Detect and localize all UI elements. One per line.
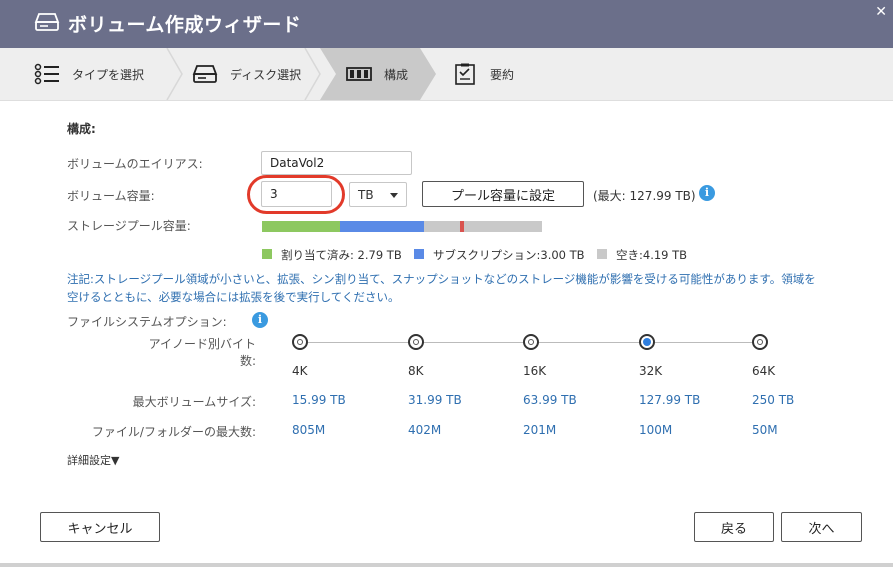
max-volume-size-value: 250 TB	[752, 393, 795, 407]
nas-drive-icon	[34, 13, 60, 31]
legend-free: 空き:4.19 TB	[616, 248, 688, 262]
inode-size-label: 64K	[752, 364, 776, 378]
max-files-value: 402M	[408, 423, 442, 437]
max-volume-size-label: 最大ボリュームサイズ:	[132, 395, 256, 409]
step-select-disk[interactable]: ディスク選択	[192, 48, 301, 100]
pool-bar-free	[424, 221, 542, 232]
title-bar: ボリューム作成ウィザード ✕	[0, 0, 893, 48]
inode-radio-16K[interactable]	[523, 334, 539, 350]
bottom-border	[0, 563, 893, 567]
cancel-button[interactable]: キャンセル	[40, 512, 160, 542]
set-pool-capacity-button[interactable]: プール容量に設定	[422, 181, 584, 207]
inode-radio-32K[interactable]	[639, 334, 655, 350]
inode-size-label: 4K	[292, 364, 308, 378]
back-button[interactable]: 戻る	[694, 512, 774, 542]
inode-radio-4K[interactable]	[292, 334, 308, 350]
inode-size-label: 8K	[408, 364, 424, 378]
step-label: ディスク選択	[230, 67, 302, 82]
next-button[interactable]: 次へ	[781, 512, 862, 542]
max-files-value: 201M	[523, 423, 557, 437]
step-label: タイプを選択	[72, 67, 145, 82]
max-volume-size-value: 127.99 TB	[639, 393, 701, 407]
pool-bar-subscription	[340, 221, 424, 232]
legend-subscription: サブスクリプション:3.00 TB	[433, 248, 585, 262]
inode-radio-8K[interactable]	[408, 334, 424, 350]
pool-capacity-label: ストレージプール容量:	[67, 219, 191, 233]
radio-selected-dot	[643, 338, 651, 346]
alias-label: ボリュームのエイリアス:	[67, 157, 203, 171]
max-volume-size-value: 31.99 TB	[408, 393, 462, 407]
max-files-value: 100M	[639, 423, 673, 437]
step-select-type[interactable]: タイプを選択	[34, 48, 144, 100]
capacity-label: ボリューム容量:	[67, 189, 155, 203]
disk-icon	[192, 65, 218, 83]
fs-options-label: ファイルシステムオプション:	[67, 315, 227, 329]
step-separator	[166, 48, 183, 100]
unit-value: TB	[358, 187, 374, 202]
legend-swatch-allocated	[262, 249, 272, 259]
max-volume-size-value: 15.99 TB	[292, 393, 346, 407]
step-label: 構成	[384, 67, 409, 82]
max-volume-size-value: 63.99 TB	[523, 393, 577, 407]
list-icon	[34, 63, 59, 85]
capacity-unit-select[interactable]: TB	[349, 182, 407, 207]
step-configure[interactable]: 構成	[346, 48, 408, 100]
inode-size-label: 32K	[639, 364, 663, 378]
pool-bar-marker	[460, 221, 464, 232]
highlight-circle	[247, 175, 345, 214]
advanced-settings-toggle[interactable]: 詳細設定▼	[67, 452, 119, 468]
max-files-value: 805M	[292, 423, 326, 437]
legend-swatch-free	[597, 249, 607, 259]
max-files-value: 50M	[752, 423, 778, 437]
chevron-down-icon	[390, 193, 398, 198]
max-capacity-text: (最大: 127.99 TB)	[593, 189, 696, 203]
wizard-steps: タイプを選択 ディスク選択 構成 要約	[0, 48, 893, 101]
radio-dot	[528, 339, 534, 345]
radio-dot	[413, 339, 419, 345]
raid-icon	[346, 67, 372, 81]
info-icon[interactable]: i	[699, 185, 715, 201]
pool-bar-allocated	[262, 221, 340, 232]
info-icon[interactable]: i	[252, 312, 268, 328]
close-icon[interactable]: ✕	[875, 4, 887, 20]
inode-label: アイノード別バイト数:	[148, 337, 256, 368]
step-label: 要約	[490, 67, 515, 82]
legend-swatch-subscription	[414, 249, 424, 259]
alias-input[interactable]	[261, 151, 412, 175]
radio-dot	[297, 339, 303, 345]
inode-size-label: 16K	[523, 364, 547, 378]
legend-allocated: 割り当て済み: 2.79 TB	[281, 248, 402, 262]
section-title: 構成:	[67, 122, 96, 136]
window-title: ボリューム作成ウィザード	[68, 14, 302, 36]
max-files-label: ファイル/フォルダーの最大数:	[91, 425, 256, 439]
radio-dot	[757, 339, 763, 345]
clipboard-icon	[455, 63, 475, 85]
inode-radio-64K[interactable]	[752, 334, 768, 350]
step-separator	[304, 48, 321, 100]
notice-text: 注記:ストレージプール領域が小さいと、拡張、シン割り当て、スナップショットなどの…	[67, 272, 816, 304]
step-summary[interactable]: 要約	[452, 48, 514, 100]
